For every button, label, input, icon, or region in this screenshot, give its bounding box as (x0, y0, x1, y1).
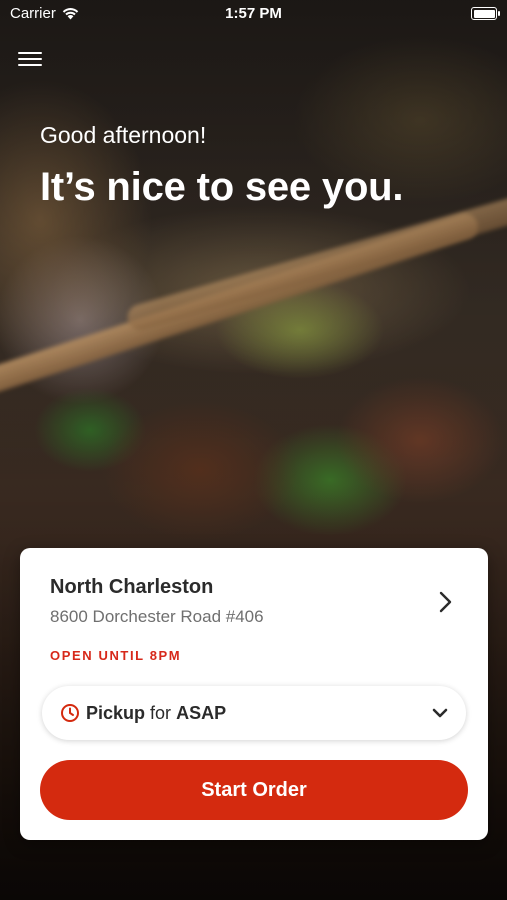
chevron-right-icon (439, 591, 452, 613)
hamburger-menu-icon[interactable] (18, 48, 42, 70)
location-address: 8600 Dorchester Road #406 (50, 607, 264, 626)
location-name: North Charleston (50, 576, 214, 598)
battery-level (473, 9, 495, 18)
clock-icon (61, 704, 79, 722)
status-time: 1:57 PM (225, 5, 282, 22)
pickup-summary: Pickup for ASAP (86, 703, 226, 724)
battery-icon (471, 7, 500, 20)
pickup-connector: for (150, 702, 172, 723)
pickup-mode: Pickup (86, 702, 146, 723)
hours-label: OPEN UNTIL 8PM (50, 648, 182, 663)
chevron-down-icon (432, 708, 448, 718)
pickup-time-dropdown[interactable]: Pickup for ASAP (42, 686, 466, 740)
headline-text: It’s nice to see you. (40, 165, 404, 209)
greeting-text: Good afternoon! (40, 122, 207, 148)
start-order-button[interactable]: Start Order (40, 760, 468, 820)
status-bar: Carrier 1:57 PM (0, 0, 507, 30)
pickup-time: ASAP (176, 702, 227, 723)
location-card: North Charleston 8600 Dorchester Road #4… (20, 548, 488, 840)
location-selector[interactable]: North Charleston 8600 Dorchester Road #4… (50, 576, 468, 636)
